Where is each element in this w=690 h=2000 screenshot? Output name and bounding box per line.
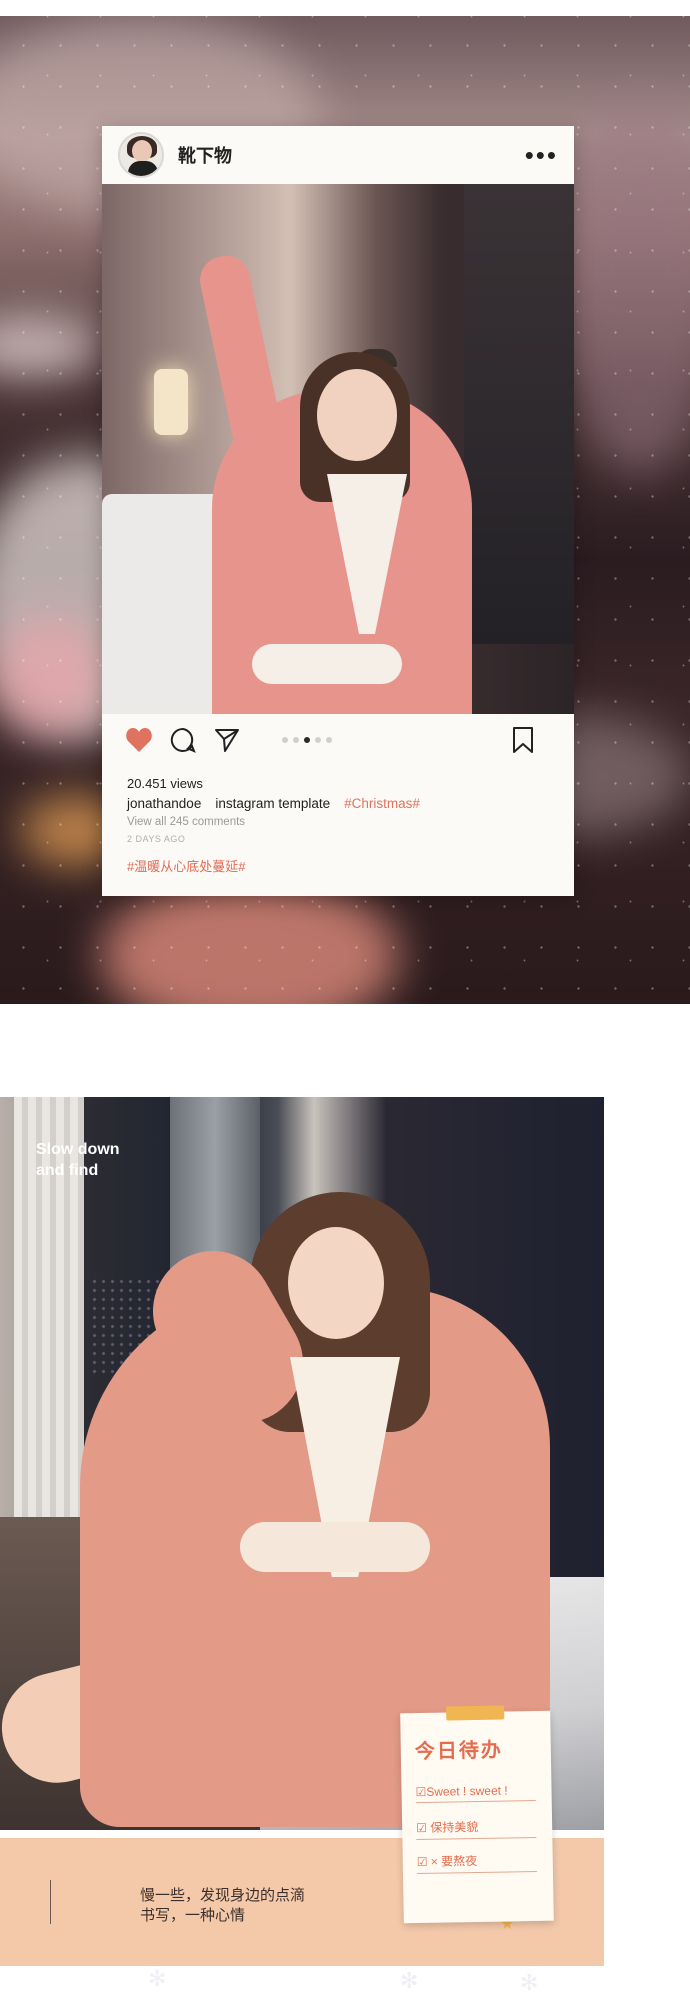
todo-note: 今日待办 ☑Sweet ! sweet ! ☑ 保持美貌 ☑ × 要熬夜 [400, 1705, 554, 1924]
carousel-dot[interactable] [282, 737, 288, 743]
comment-icon[interactable] [168, 725, 198, 755]
timestamp: 2 DAYS AGO [127, 834, 186, 844]
divider [50, 1880, 51, 1924]
slogan: Slow down and find [36, 1139, 120, 1181]
note-item: ☑Sweet ! sweet ! [415, 1782, 536, 1804]
slogan-line: and find [36, 1162, 99, 1179]
snowflake-icon: ✻ [520, 1970, 539, 1995]
hashtag-link[interactable]: #Christmas# [344, 796, 420, 811]
hero-background: 靴下物 ••• 20.451 views jonathandoe instagr… [0, 16, 690, 1004]
caption-line: jonathandoe instagram template #Christma… [127, 796, 557, 811]
snowflake-icon: ✻ [400, 1968, 419, 1993]
cn-hashtag-link[interactable]: #温暖从心底处蔓延# [127, 856, 557, 875]
note-title: 今日待办 [414, 1739, 504, 1764]
avatar[interactable] [118, 132, 164, 178]
carousel-dot-active[interactable] [304, 737, 310, 743]
heart-icon[interactable] [124, 725, 154, 755]
share-icon[interactable] [212, 725, 242, 755]
band-line: 慢一些，发现身边的点滴 [140, 1887, 306, 1904]
carousel-dot[interactable] [315, 737, 321, 743]
slogan-line: Slow down [36, 1141, 120, 1158]
cat-doodle-icon: ᴗ [430, 1932, 439, 1949]
robe-belt [252, 644, 402, 684]
post-username[interactable]: 靴下物 [178, 142, 232, 168]
author-link[interactable]: jonathandoe [127, 796, 201, 811]
bookmark-icon[interactable] [508, 725, 538, 755]
post-photo[interactable] [102, 184, 574, 714]
model-face [288, 1227, 384, 1339]
clip-icon [446, 1705, 505, 1721]
snowflake-icon: ✻ [148, 1966, 167, 1991]
instagram-post-card: 靴下物 ••• 20.451 views jonathandoe instagr… [102, 126, 574, 896]
note-item: ☑ 保持美貌 [416, 1816, 537, 1841]
bedside-lamp [154, 369, 188, 435]
post-header: 靴下物 ••• [102, 126, 574, 184]
note-item: ☑ × 要熬夜 [416, 1850, 537, 1875]
page: 靴下物 ••• 20.451 views jonathandoe instagr… [0, 0, 690, 2000]
more-options-icon[interactable]: ••• [525, 142, 558, 168]
robe-belt [240, 1522, 430, 1572]
view-count: 20.451 views [127, 776, 203, 791]
view-comments-link[interactable]: View all 245 comments [127, 816, 557, 828]
band-line: 书写，一种心情 [140, 1907, 246, 1924]
carousel-indicator [282, 737, 332, 743]
post-meta: 20.451 views jonathandoe instagram templ… [127, 776, 557, 875]
band-text: 慢一些，发现身边的点滴 书写，一种心情 [140, 1886, 305, 1926]
carousel-dot[interactable] [293, 737, 299, 743]
post-actions [102, 714, 574, 766]
carousel-dot[interactable] [326, 737, 332, 743]
caption-text: instagram template [215, 796, 331, 811]
window [464, 184, 574, 644]
model-face [317, 369, 397, 461]
